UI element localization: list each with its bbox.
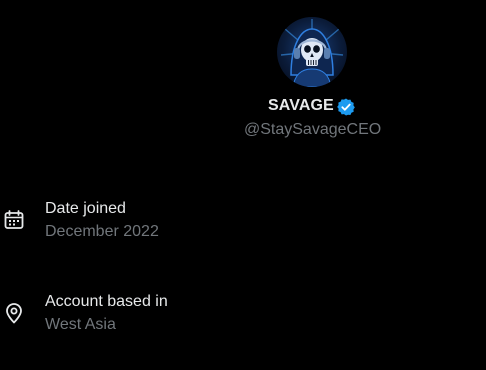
profile-handle[interactable]: @StaySavageCEO (244, 121, 381, 139)
verified-badge-icon[interactable] (336, 97, 356, 117)
profile-avatar[interactable] (277, 17, 347, 87)
display-name: SAVAGE (268, 97, 334, 114)
date-joined-row: Date joined December 2022 (0, 198, 486, 246)
account-location-label: Account based in (45, 293, 168, 310)
account-location-value: West Asia (45, 316, 116, 333)
date-joined-label: Date joined (45, 200, 126, 217)
calendar-icon (3, 209, 25, 231)
location-pin-icon (3, 302, 25, 324)
account-location-row: Account based in West Asia (0, 291, 486, 339)
date-joined-value: December 2022 (45, 223, 159, 240)
profile-header: SAVAGE @StaySavageCEO (0, 0, 486, 150)
display-name-row: SAVAGE (0, 95, 486, 119)
skull-avatar-icon (280, 19, 344, 87)
